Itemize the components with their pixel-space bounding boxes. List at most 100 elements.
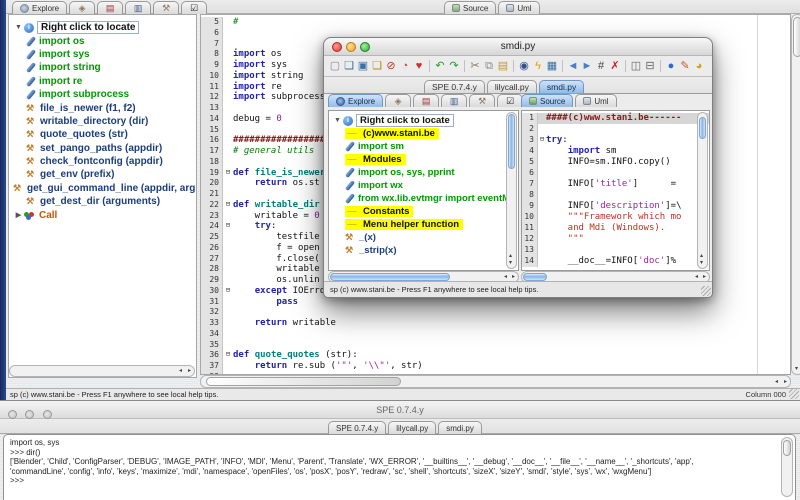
source-vscrollbar[interactable]: ▴ ▾: [697, 112, 708, 269]
code-line[interactable]: 36 ⊟ def quote_quotes (str):: [201, 350, 790, 361]
notes-tab[interactable]: ▥: [441, 94, 468, 107]
tab-source[interactable]: Source: [444, 1, 497, 14]
goto-line-icon[interactable]: #: [594, 59, 608, 73]
scroll-left-icon[interactable]: ◂: [695, 274, 698, 280]
editor-hscrollbar[interactable]: ◂ ▸: [200, 375, 791, 388]
vscroll-thumb[interactable]: [783, 440, 791, 456]
tree-item[interactable]: — (c)www.stani.be: [332, 127, 518, 140]
code-line[interactable]: 31 pass: [201, 296, 790, 308]
code-line[interactable]: 35: [201, 339, 790, 351]
favorite-icon[interactable]: ♥: [412, 59, 426, 73]
fold-marker-icon[interactable]: ⊟: [223, 286, 233, 297]
tree-item[interactable]: import os, sys, pprint: [332, 166, 518, 179]
code-line[interactable]: 7 INFO['title'] =: [522, 179, 709, 190]
tab-source[interactable]: Source: [521, 94, 574, 107]
tree-item[interactable]: ⚒ writable_directory (dir): [13, 115, 196, 128]
code-line[interactable]: 33 return writable: [201, 318, 790, 329]
code-line[interactable]: 32: [201, 307, 790, 318]
tree-item[interactable]: import wx: [332, 179, 518, 192]
code-line[interactable]: 10 """Framework which mo: [522, 212, 709, 223]
vscroll-thumb[interactable]: [699, 117, 706, 139]
code-line[interactable]: 37 return re.sub ('"', '\\"', str): [201, 361, 790, 372]
shell-vscrollbar[interactable]: [781, 437, 793, 497]
scroll-down-icon[interactable]: ▾: [509, 260, 512, 266]
shell-tab-spe-0-7-4-y[interactable]: SPE 0.7.4.y: [328, 421, 387, 434]
shell-titlebar[interactable]: SPE 0.7.4.y: [0, 402, 800, 419]
tab-explore[interactable]: Explore: [12, 1, 68, 14]
expander-right-icon[interactable]: ▶: [13, 211, 24, 219]
scroll-up-icon[interactable]: ▴: [700, 253, 703, 259]
tree-item[interactable]: from wx.lib.evtmgr import eventM: [332, 192, 518, 205]
code-line[interactable]: 8: [522, 190, 709, 201]
code-line[interactable]: 6: [522, 168, 709, 179]
tree-item[interactable]: import sys: [13, 48, 196, 61]
tree-item[interactable]: ▶ Call: [13, 208, 196, 221]
notes-tab[interactable]: ▥: [125, 1, 152, 14]
tree-item[interactable]: ⚒ file_is_newer (f1, f2): [13, 101, 196, 114]
index-tab[interactable]: ◈: [385, 94, 412, 107]
output-tab[interactable]: ▤: [413, 94, 440, 107]
index-tab[interactable]: ◈: [69, 1, 96, 14]
save-icon[interactable]: ▣: [356, 59, 370, 73]
tab-uml[interactable]: Uml: [498, 1, 540, 14]
browser-icon[interactable]: ●: [664, 59, 678, 73]
tree-item[interactable]: ⚒ get_env (prefix): [13, 168, 196, 181]
fold-marker-icon[interactable]: ⊟: [538, 135, 546, 146]
tree-item[interactable]: ⚒ _strip(x): [332, 244, 518, 257]
expander-down-icon[interactable]: ▼: [13, 24, 24, 31]
scroll-right-icon[interactable]: ▸: [188, 368, 191, 374]
tab-explore[interactable]: Explore: [328, 94, 384, 107]
forward-icon[interactable]: ►: [580, 59, 594, 73]
code-line[interactable]: 2: [522, 124, 709, 135]
code-line[interactable]: 9 INFO['description']=\: [522, 201, 709, 212]
doc-tab-spe-0-7-4-y[interactable]: SPE 0.7.4.y: [424, 80, 485, 93]
undo-icon[interactable]: ↶: [433, 59, 447, 73]
scroll-left-icon[interactable]: ◂: [504, 274, 507, 280]
doc-tab-lilycall-py[interactable]: lilycall.py: [486, 80, 537, 93]
tree-vscrollbar[interactable]: ▴ ▾: [506, 112, 517, 269]
close-icon[interactable]: ⊘: [384, 59, 398, 73]
find-icon[interactable]: ◉: [517, 59, 531, 73]
todo-tab[interactable]: ⚒: [153, 1, 180, 14]
fold-marker-icon[interactable]: ⊟: [223, 200, 233, 211]
recent-icon[interactable]: ◔: [398, 59, 412, 73]
hscroll-thumb[interactable]: [206, 377, 401, 386]
todo-tab[interactable]: ⚒: [469, 94, 496, 107]
tree-item[interactable]: ⚒ get_gui_command_line (appdir, args): [13, 182, 196, 195]
code-line[interactable]: 3 ⊟ try:: [522, 135, 709, 146]
scroll-left-icon[interactable]: ◂: [775, 379, 778, 385]
tree-item[interactable]: — Menu helper function: [332, 218, 518, 231]
fold-marker-icon[interactable]: ⊟: [223, 350, 233, 361]
tree-item[interactable]: ⚒ _(x): [332, 231, 518, 244]
save-all-icon[interactable]: ❏: [370, 59, 384, 73]
tree-root-row[interactable]: ▼ i Right click to locate: [13, 21, 196, 35]
scroll-up-icon[interactable]: ▴: [509, 253, 512, 259]
hscroll-thumb[interactable]: [330, 273, 450, 281]
open-icon[interactable]: ❏: [342, 59, 356, 73]
smdi-source-body[interactable]: 1 ####(c)www.stani.be------ 2 3 ⊟ try: 4 impor…: [521, 110, 710, 271]
new-icon[interactable]: ▢: [328, 59, 342, 73]
code-line[interactable]: 5 #: [201, 17, 790, 28]
code-line[interactable]: 5 INFO=sm.INFO.copy(): [522, 157, 709, 168]
donate-icon[interactable]: ◕: [692, 59, 706, 73]
scroll-right-icon[interactable]: ▸: [784, 379, 787, 385]
vscroll-thumb[interactable]: [793, 17, 800, 57]
paint-icon[interactable]: ✎: [678, 59, 692, 73]
redo-icon[interactable]: ↷: [447, 59, 461, 73]
check-tab[interactable]: ☑: [497, 94, 524, 107]
tree-item[interactable]: ⚒ check_fontconfig (appdir): [13, 155, 196, 168]
tree-root-row[interactable]: ▼ i Right click to locate: [332, 114, 518, 127]
scroll-down-icon[interactable]: ▾: [700, 260, 703, 266]
check-tab[interactable]: ☑: [181, 1, 208, 14]
split-vertical-icon[interactable]: ◫: [629, 59, 643, 73]
shell-tab-smdi-py[interactable]: smdi.py: [438, 421, 482, 434]
code-line[interactable]: 13: [522, 245, 709, 256]
refresh-icon[interactable]: ϟ: [531, 59, 545, 73]
tree-item[interactable]: import sm: [332, 140, 518, 153]
strip-icon[interactable]: ✗: [608, 59, 622, 73]
hscroll-thumb[interactable]: [523, 273, 547, 281]
tree-item[interactable]: ⚒ quote_quotes (str): [13, 128, 196, 141]
code-line[interactable]: 14 __doc__=INFO['doc']%: [522, 256, 709, 267]
fold-marker-icon[interactable]: ⊟: [223, 168, 233, 179]
tree-item[interactable]: ⚒ get_dest_dir (arguments): [13, 195, 196, 208]
